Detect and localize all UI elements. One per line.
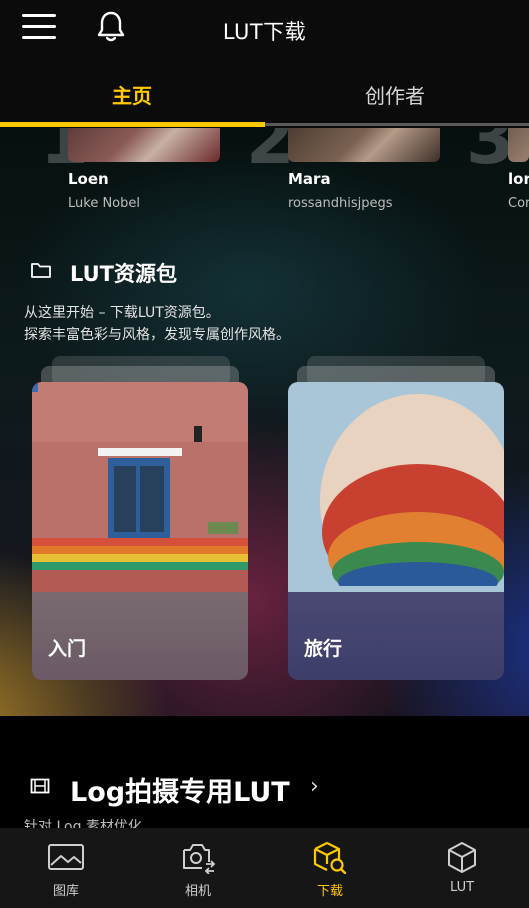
active-tab-indicator — [0, 122, 265, 127]
section-description: 从这里开始 – 下载LUT资源包。 — [24, 305, 220, 321]
creator-name[interactable]: Mara — [288, 170, 331, 188]
card-image — [32, 382, 248, 592]
film-icon — [30, 778, 50, 794]
nav-camera[interactable]: 相机 — [132, 828, 264, 908]
creator-handle: Luke Nobel — [68, 196, 140, 211]
section-title[interactable]: Log拍摄专用LUT — [70, 770, 290, 809]
creator-handle: Cor — [508, 196, 529, 211]
cube-icon — [448, 842, 476, 873]
bottom-nav: 图库 相机 下载 LUT — [0, 828, 529, 908]
card-label: 旅行 — [304, 638, 343, 660]
card-label: 入门 — [48, 638, 87, 660]
camera-switch-icon — [183, 844, 216, 874]
card-image — [288, 382, 504, 592]
tab-bar: 主页 创作者 — [0, 60, 529, 128]
section-subtitle: 针对 Log 素材优化 — [24, 819, 142, 828]
home-content[interactable]: 1 Loen Luke Nobel 2 Mara rossandhisjpegs… — [0, 128, 529, 716]
lut-pack-card-beginner[interactable]: 入门 — [32, 382, 248, 680]
tab-indicator-track — [265, 123, 529, 126]
section-description: 探索丰富色彩与风格，发现专属创作风格。 — [24, 327, 290, 343]
lut-pack-card-travel[interactable]: 旅行 — [288, 382, 504, 680]
chevron-right-icon[interactable]: › — [310, 774, 319, 799]
creator-name[interactable]: lor — [508, 170, 529, 188]
nav-lut[interactable]: LUT — [396, 828, 528, 908]
log-section: Log拍摄专用LUT › 针对 Log 素材优化 — [0, 716, 529, 828]
creator-handle: rossandhisjpegs — [288, 196, 393, 211]
nav-label: 下载 — [316, 884, 343, 899]
section-title: LUT资源包 — [70, 262, 178, 286]
creator-thumbnail[interactable] — [508, 128, 529, 162]
top-bar: LUT下载 — [0, 0, 529, 60]
page-title: LUT下载 — [222, 20, 307, 44]
folder-icon — [30, 261, 52, 279]
tab-home[interactable]: 主页 — [112, 80, 152, 109]
nav-gallery[interactable]: 图库 — [0, 828, 132, 908]
nav-label: 图库 — [52, 884, 79, 899]
nav-label: 相机 — [184, 884, 211, 899]
creator-name[interactable]: Loen — [68, 170, 109, 188]
tab-creators[interactable]: 创作者 — [365, 80, 425, 109]
creator-thumbnail[interactable] — [68, 128, 220, 162]
creator-thumbnail[interactable] — [288, 128, 440, 162]
download-cube-icon — [313, 841, 347, 874]
gallery-icon — [48, 844, 84, 870]
nav-label: LUT — [449, 880, 475, 895]
nav-download[interactable]: 下载 — [264, 828, 396, 908]
